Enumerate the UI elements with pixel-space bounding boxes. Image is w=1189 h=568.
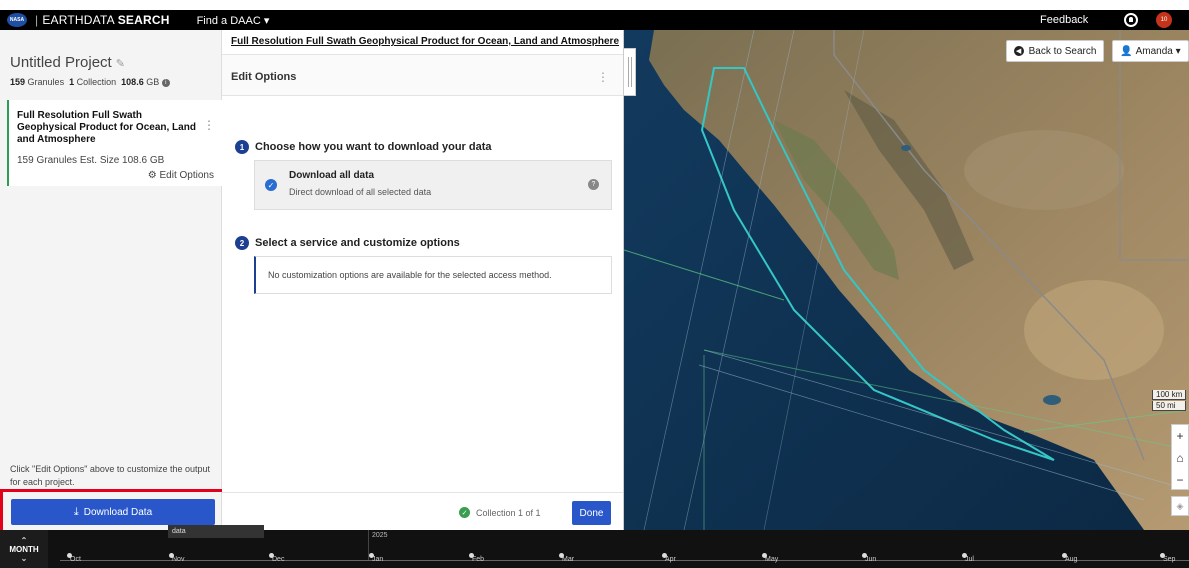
edit-pencil-icon[interactable]: ✎	[116, 58, 125, 70]
find-daac-menu[interactable]: Find a DAAC ▾	[197, 14, 270, 27]
map-canvas[interactable]	[624, 30, 1189, 530]
done-button[interactable]: Done	[572, 501, 611, 525]
user-icon: 👤	[1120, 45, 1133, 57]
edit-options-heading: Edit Options	[231, 71, 297, 83]
collection-progress: ✓ Collection 1 of 1	[459, 507, 541, 518]
project-collection-card[interactable]: Full Resolution Full Swath Geophysical P…	[7, 100, 222, 186]
step-1-number: 1	[235, 140, 249, 154]
timeline-interval-control[interactable]: ⌃ MONTH ⌄	[0, 530, 48, 568]
map-scale: 100 km 50 mi	[1152, 390, 1187, 412]
layers-icon[interactable]: ◈	[1171, 496, 1189, 516]
earthdata-search-brand[interactable]: | EARTHDATA SEARCH	[35, 13, 170, 27]
timeline-month[interactable]: Jul	[962, 553, 974, 563]
panel-footer: ✓ Collection 1 of 1 Done	[222, 492, 623, 530]
portal-icon[interactable]	[1124, 13, 1138, 27]
timeline-month[interactable]: Jun	[861, 553, 876, 563]
notification-badge[interactable]: 10	[1156, 12, 1172, 28]
panel-collection-title[interactable]: Full Resolution Full Swath Geophysical P…	[231, 36, 619, 47]
timeline-month[interactable]: Jan	[368, 553, 383, 563]
timeline-month[interactable]: Nov	[168, 553, 184, 563]
home-button[interactable]: ⌂	[1172, 447, 1188, 469]
chevron-down-icon: ▾	[1175, 45, 1181, 57]
gear-icon: ⚙	[147, 170, 157, 181]
selected-check-icon: ✓	[265, 179, 277, 191]
scale-mi: 50 mi	[1152, 401, 1187, 411]
chevron-down-icon: ▾	[263, 14, 270, 27]
info-icon[interactable]: i	[161, 79, 170, 87]
timeline-month[interactable]: Aug	[1061, 553, 1077, 563]
map-view[interactable]	[624, 30, 1189, 530]
step-2-label: Select a service and customize options	[255, 237, 460, 249]
timeline-month[interactable]: Dec	[268, 553, 284, 563]
zoom-in-button[interactable]: +	[1172, 425, 1188, 447]
top-strip	[0, 0, 1189, 10]
collection-more-icon[interactable]: ⋮	[203, 118, 215, 132]
panel-resize-handle[interactable]	[624, 48, 636, 96]
top-navbar: NASA | EARTHDATA SEARCH Find a DAAC ▾ Fee…	[0, 10, 1189, 30]
nasa-logo[interactable]: NASA	[7, 13, 27, 27]
download-data-button[interactable]: ⤓ Download Data	[11, 499, 215, 525]
project-summary: 159 Granules 1 Collection 108.6 GB i	[10, 77, 170, 87]
check-circle-icon: ✓	[459, 507, 470, 518]
chevron-down-icon[interactable]: ⌄	[21, 554, 28, 563]
scale-km: 100 km	[1152, 390, 1187, 400]
map-zoom-controls: + ⌂ −	[1171, 424, 1189, 490]
brand-main: EARTHDATA	[42, 13, 115, 27]
download-icon: ⤓	[73, 505, 79, 518]
edit-options-panel: Full Resolution Full Swath Geophysical P…	[222, 30, 624, 530]
help-icon[interactable]: ?	[588, 179, 599, 190]
timeline-year: 2025	[372, 532, 388, 539]
timeline-month[interactable]: Mar	[558, 553, 574, 563]
user-menu-button[interactable]: 👤 Amanda ▾	[1112, 40, 1189, 62]
collection-meta: 159 Granules Est. Size 108.6 GB	[17, 155, 165, 166]
option-description: Direct download of all selected data	[289, 187, 432, 197]
no-customization-notice: No customization options are available f…	[254, 256, 612, 294]
collection-title: Full Resolution Full Swath Geophysical P…	[17, 110, 196, 145]
interval-label: MONTH	[9, 544, 39, 554]
timeline-month[interactable]: Oct	[67, 553, 81, 563]
timeline-track[interactable]	[60, 560, 1189, 561]
step-1: 1 Choose how you want to download your d…	[235, 140, 492, 154]
brand-bold: SEARCH	[117, 13, 170, 27]
option-title: Download all data	[289, 170, 375, 181]
customize-hint: Click "Edit Options" above to customize …	[10, 464, 210, 487]
arrow-left-icon: ◀	[1013, 46, 1024, 56]
zoom-out-button[interactable]: −	[1172, 469, 1188, 491]
project-title[interactable]: Untitled Project ✎	[10, 54, 125, 71]
step-1-label: Choose how you want to download your dat…	[255, 141, 492, 153]
chevron-up-icon[interactable]: ⌃	[21, 536, 28, 545]
feedback-link[interactable]: Feedback	[1040, 14, 1088, 26]
timeline-month[interactable]: Feb	[468, 553, 484, 563]
step-2: 2 Select a service and customize options	[235, 236, 460, 250]
panel-more-icon[interactable]: ⋮	[597, 70, 609, 84]
timeline-month[interactable]: May	[761, 553, 778, 563]
panel-subheader: Edit Options ⋮	[222, 54, 623, 96]
download-all-option[interactable]: ✓ Download all data Direct download of a…	[254, 160, 612, 210]
project-sidebar: Untitled Project ✎ 159 Granules 1 Collect…	[0, 30, 222, 530]
download-tooltip: data	[168, 525, 264, 538]
back-to-search-button[interactable]: ◀ Back to Search	[1006, 40, 1104, 62]
timeline-month[interactable]: Sep	[1159, 553, 1175, 563]
step-2-number: 2	[235, 236, 249, 250]
timeline-month[interactable]: Apr	[662, 553, 676, 563]
edit-options-link[interactable]: ⚙ Edit Options	[148, 170, 214, 181]
find-daac-label: Find a DAAC	[196, 14, 261, 27]
